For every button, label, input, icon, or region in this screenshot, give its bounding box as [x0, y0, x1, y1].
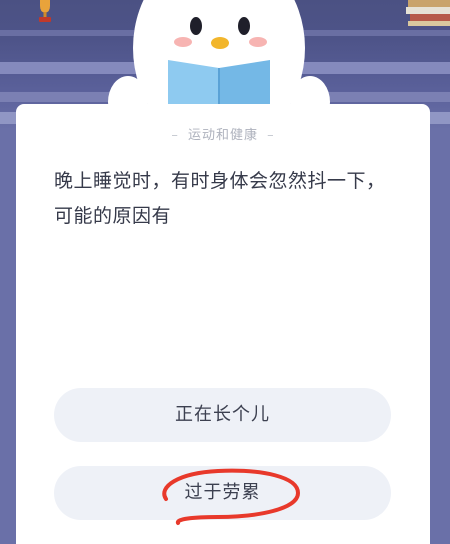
answer-option-1[interactable]: 正在长个儿	[54, 388, 391, 442]
category-label: 运动和健康	[187, 128, 258, 143]
answer-option-2[interactable]: 过于劳累	[54, 466, 391, 520]
category-dash-left: –	[171, 128, 179, 143]
quiz-screen: – 运动和健康 – 晚上睡觉时，有时身体会忽然抖一下，可能的原因有 正在长个儿 …	[0, 0, 450, 544]
trophy-icon	[39, 0, 51, 22]
question-text: 晚上睡觉时，有时身体会忽然抖一下，可能的原因有	[54, 170, 386, 227]
book-stack-icon	[406, 0, 450, 26]
question-category: – 运动和健康 –	[16, 124, 430, 143]
question-card: – 运动和健康 – 晚上睡觉时，有时身体会忽然抖一下，可能的原因有 正在长个儿 …	[16, 104, 430, 544]
category-dash-right: –	[267, 128, 275, 143]
